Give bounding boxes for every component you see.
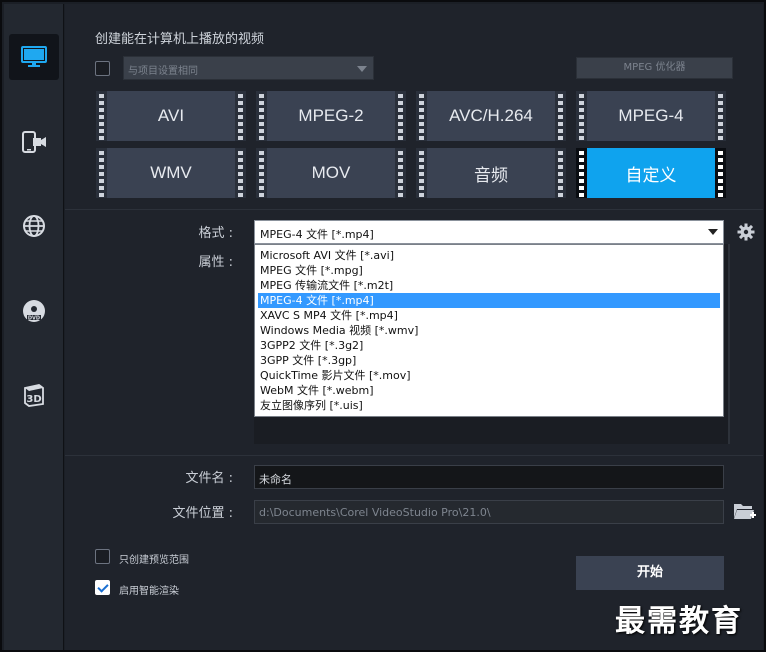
preview-range-checkbox[interactable] [95,549,110,564]
film-strip-right [715,91,726,141]
file-location-input[interactable]: d:\Documents\Corel VideoStudio Pro\21.0\ [254,500,724,524]
dropdown-option[interactable]: XAVC S MP4 文件 [*.mp4] [255,308,723,323]
film-strip-left [96,91,107,141]
film-strip-left [416,91,427,141]
format-label: MPEG-2 [298,106,364,125]
dropdown-option[interactable]: 3GPP 文件 [*.3gp] [255,353,723,368]
filename-label: 文件名 : [185,471,233,486]
film-strip-right [555,148,566,198]
3d-icon: 3D [24,384,44,407]
film-strip-left [256,91,267,141]
dropdown-option[interactable]: 3GPP2 文件 [*.3g2] [255,338,723,353]
format-select[interactable]: MPEG-4 文件 [*.mp4] [254,220,724,244]
format-label: AVC/H.264 [449,106,533,125]
dropdown-option[interactable]: 友立图像序列 [*.uis] [255,398,723,413]
film-strip-left [576,148,587,198]
format-button-wmv[interactable]: WMV [96,148,246,198]
film-strip-right [235,91,246,141]
format-dropdown-list[interactable]: Microsoft AVI 文件 [*.avi] MPEG 文件 [*.mpg]… [254,244,724,417]
filename-input[interactable]: 未命名 [254,465,724,489]
film-strip-left [416,148,427,198]
globe-icon [23,215,45,237]
film-strip-right [555,91,566,141]
dropdown-option[interactable]: Windows Media 视频 [*.wmv] [255,323,723,338]
mpeg-optimizer-button[interactable]: MPEG 优化器 [576,57,733,79]
sidebar-item-computer[interactable] [9,34,59,80]
project-settings-label: 与项目设置相同 [128,66,198,77]
format-label: 格式 : [198,226,233,241]
browse-folder-icon[interactable] [733,501,757,521]
svg-text:DVD: DVD [28,316,40,322]
start-button[interactable]: 开始 [576,556,724,590]
dropdown-option-selected[interactable]: MPEG-4 文件 [*.mp4] [258,293,720,308]
film-strip-right [715,148,726,198]
divider [65,209,763,210]
film-strip-right [395,148,406,198]
format-label: 自定义 [625,165,677,185]
format-button-avc[interactable]: AVC/H.264 [416,91,566,141]
format-button-audio[interactable]: 音频 [416,148,566,198]
format-label: AVI [157,106,185,125]
format-label: MPEG-4 [618,106,684,125]
project-settings-select[interactable]: 与项目设置相同 [123,56,374,80]
format-label: MOV [311,163,351,182]
format-select-value: MPEG-4 文件 [*.mp4] [260,228,374,241]
same-as-project-checkbox[interactable] [95,61,110,76]
chevron-down-icon [357,66,367,72]
mobile-device-icon [22,131,46,153]
dropdown-option[interactable]: WebM 文件 [*.webm] [255,383,723,398]
gear-icon[interactable] [737,223,755,241]
film-strip-left [576,91,587,141]
smart-render-checkbox[interactable] [95,580,110,595]
format-button-mpeg2[interactable]: MPEG-2 [256,91,406,141]
sidebar-item-3d[interactable]: 3D [9,372,59,418]
sidebar-item-web[interactable] [9,203,59,249]
preview-range-label: 只创建预览范围 [119,555,189,566]
film-strip-left [256,148,267,198]
sidebar: DVD 3D [4,4,64,650]
properties-label: 属性 : [198,255,233,270]
film-strip-right [395,91,406,141]
main-panel: 创建能在计算机上播放的视频 与项目设置相同 MPEG 优化器 AVI MPEG-… [65,4,763,650]
svg-text:3D: 3D [26,394,41,405]
dropdown-option[interactable]: MPEG 传输流文件 [*.m2t] [255,278,723,293]
film-strip-left [96,148,107,198]
format-label: WMV [150,163,192,182]
smart-render-label: 启用智能渲染 [119,586,179,597]
page-title: 创建能在计算机上播放的视频 [95,32,265,47]
film-strip-right [235,148,246,198]
sidebar-item-device[interactable] [9,119,59,165]
dvd-disc-icon: DVD [23,300,45,322]
monitor-icon [21,46,47,67]
chevron-down-icon [708,229,718,235]
format-button-avi[interactable]: AVI [96,91,246,141]
dropdown-option[interactable]: Microsoft AVI 文件 [*.avi] [255,248,723,263]
divider [65,455,763,456]
window-frame: DVD 3D 创建能在计算机上播放的视频 与项目设置相同 MPEG 优化器 AV… [0,0,766,652]
format-button-mpeg4[interactable]: MPEG-4 [576,91,726,141]
watermark-text: 最需教育 [615,604,743,639]
format-label: 音频 [474,165,508,185]
location-label: 文件位置 : [172,506,233,521]
format-button-custom[interactable]: 自定义 [576,148,726,198]
format-button-mov[interactable]: MOV [256,148,406,198]
sidebar-item-disc[interactable]: DVD [9,288,59,334]
dropdown-option[interactable]: MPEG 文件 [*.mpg] [255,263,723,278]
dropdown-option[interactable]: QuickTime 影片文件 [*.mov] [255,368,723,383]
